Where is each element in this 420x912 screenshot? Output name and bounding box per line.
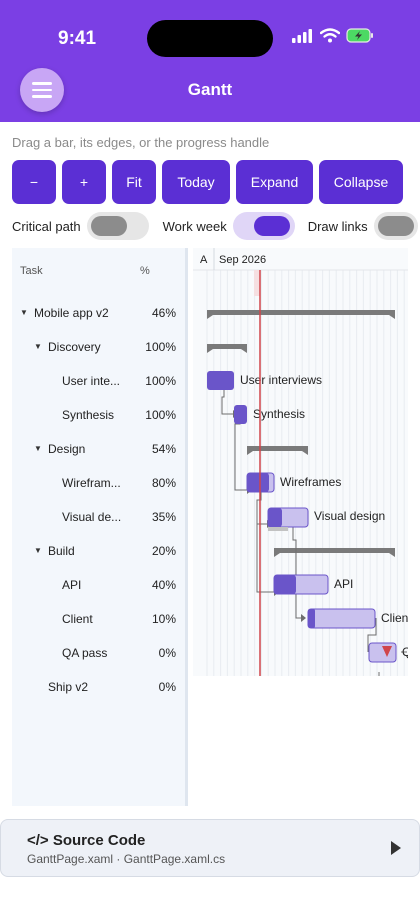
draw-links-label: Draw links bbox=[307, 218, 368, 234]
task-name: User inte... bbox=[62, 374, 121, 388]
task-name: QA pass bbox=[62, 646, 108, 660]
bar-label: Clien bbox=[381, 611, 408, 625]
bar-label: Wireframes bbox=[280, 475, 341, 489]
toggle-knob bbox=[377, 216, 414, 236]
task-list: Task % ▼ Mobile app v2 46% ▼ Discovery 100% Us… bbox=[12, 248, 188, 806]
task-column-header: Task bbox=[20, 265, 43, 277]
today-button[interactable]: Today bbox=[162, 160, 230, 204]
fit-button[interactable]: Fit bbox=[112, 160, 156, 204]
draw-links-toggle[interactable] bbox=[373, 212, 418, 240]
expand-button[interactable]: Expand bbox=[236, 160, 313, 204]
toggle-knob bbox=[253, 216, 290, 236]
timeline[interactable]: A Sep 2026 User interviews Synthesis Wir… bbox=[193, 248, 408, 676]
task-row[interactable]: ▼ Build 20% bbox=[12, 534, 188, 568]
task-name: Visual de... bbox=[62, 510, 122, 524]
toolbar: − + Fit Today Expand Collapse bbox=[12, 160, 403, 204]
task-row[interactable]: Visual de... 35% bbox=[12, 500, 188, 534]
task-row[interactable]: ▼ Discovery 100% bbox=[12, 330, 188, 364]
critical-path-label: Critical path bbox=[12, 218, 81, 234]
task-percent: 40% bbox=[151, 578, 176, 592]
task-row[interactable]: QA pass 0% bbox=[12, 636, 188, 670]
status-time: 9:41 bbox=[58, 28, 97, 49]
timeline-label-a: A bbox=[200, 254, 208, 266]
zoom-out-button[interactable]: − bbox=[12, 160, 56, 204]
collapse-button[interactable]: Collapse bbox=[319, 160, 403, 204]
task-name: Wirefram... bbox=[62, 476, 121, 490]
play-arrow-icon bbox=[391, 841, 401, 855]
zoom-in-button[interactable]: + bbox=[62, 160, 106, 204]
expand-chevron-icon[interactable]: ▼ bbox=[34, 342, 42, 351]
task-percent: 46% bbox=[151, 306, 176, 320]
task-name: Build bbox=[48, 544, 75, 558]
bar-label: User interviews bbox=[240, 373, 322, 387]
source-code-card[interactable]: </> Source Code GanttPage.xaml · GanttPa… bbox=[0, 819, 420, 877]
task-name: Mobile app v2 bbox=[34, 306, 109, 320]
toggle-knob bbox=[90, 216, 127, 236]
dynamic-island bbox=[147, 20, 273, 57]
app-header: 9:41 Gantt bbox=[0, 0, 420, 122]
task-name: Synthesis bbox=[62, 408, 115, 422]
expand-chevron-icon[interactable]: ▼ bbox=[34, 546, 42, 555]
task-percent: 80% bbox=[151, 476, 176, 490]
signal-icon bbox=[292, 28, 312, 43]
drag-hint: Drag a bar, its edges, or the progress h… bbox=[12, 135, 270, 150]
source-code-files: GanttPage.xaml · GanttPage.xaml.cs bbox=[27, 852, 226, 866]
page-title: Gantt bbox=[187, 80, 233, 99]
task-percent: 35% bbox=[151, 510, 176, 524]
task-name: Ship v2 bbox=[48, 680, 89, 694]
task-percent: 100% bbox=[145, 374, 176, 388]
wifi-icon bbox=[320, 28, 340, 43]
task-name: Client bbox=[62, 612, 93, 626]
task-row[interactable]: Wirefram... 80% bbox=[12, 466, 188, 500]
bar-label: Synthesis bbox=[253, 407, 305, 421]
task-name: Discovery bbox=[48, 340, 101, 354]
critical-path-toggle[interactable] bbox=[86, 212, 149, 240]
task-row[interactable]: ▼ Mobile app v2 46% bbox=[12, 296, 188, 330]
timeline-canvas[interactable]: A Sep 2026 User interviews Synthesis Wir… bbox=[193, 248, 408, 676]
expand-chevron-icon[interactable]: ▼ bbox=[20, 308, 28, 317]
timeline-month-label: Sep 2026 bbox=[219, 254, 266, 266]
status-icons bbox=[292, 28, 374, 43]
task-name: API bbox=[62, 578, 82, 592]
task-percent: 0% bbox=[158, 680, 176, 694]
task-row[interactable]: Synthesis 100% bbox=[12, 398, 188, 432]
battery-icon bbox=[346, 28, 373, 43]
work-week-label: Work week bbox=[162, 218, 227, 234]
percent-column-header: % bbox=[140, 265, 150, 277]
work-week-toggle[interactable] bbox=[232, 212, 295, 240]
source-code-title: </> Source Code bbox=[27, 832, 146, 849]
progress-handle[interactable] bbox=[268, 527, 288, 531]
task-name: Design bbox=[48, 442, 86, 456]
bar-label: Q bbox=[402, 645, 408, 659]
today-highlight bbox=[254, 270, 260, 296]
task-percent: 20% bbox=[151, 544, 176, 558]
bar-label: Visual design bbox=[314, 509, 385, 523]
task-row[interactable]: Ship v2 0% bbox=[12, 670, 188, 704]
task-row[interactable]: API 40% bbox=[12, 568, 188, 602]
expand-chevron-icon[interactable]: ▼ bbox=[34, 444, 42, 453]
task-percent: 10% bbox=[151, 612, 176, 626]
task-row[interactable]: ▼ Design 54% bbox=[12, 432, 188, 466]
app-screen: 9:41 Gantt Drag a bar, its edges, or the… bbox=[0, 0, 420, 912]
task-row[interactable]: User inte... 100% bbox=[12, 364, 188, 398]
task-row[interactable]: Client 10% bbox=[12, 602, 188, 636]
gantt-chart: Task % ▼ Mobile app v2 46% ▼ Discovery 100% Us… bbox=[12, 248, 408, 808]
task-percent: 54% bbox=[151, 442, 176, 456]
task-percent: 0% bbox=[158, 646, 176, 660]
task-percent: 100% bbox=[145, 408, 176, 422]
toggle-row: Critical path Work week Draw links bbox=[12, 212, 418, 240]
bar-label: API bbox=[334, 577, 353, 591]
task-percent: 100% bbox=[145, 340, 176, 354]
